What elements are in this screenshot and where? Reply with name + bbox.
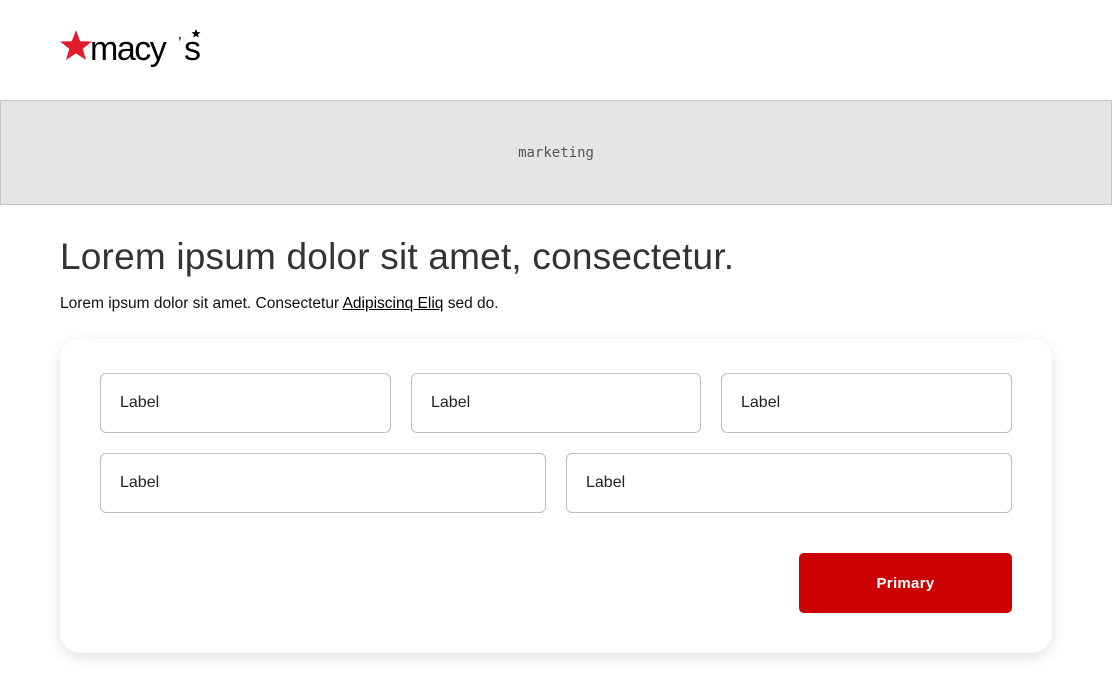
page-subtitle: Lorem ipsum dolor sit amet. Consectetur … [60,295,499,313]
page-title: Lorem ipsum dolor sit amet, consectetur. [60,236,735,277]
field-label: Label [586,474,626,491]
text-field-4[interactable]: Label [100,453,546,513]
subtitle-text-end: sed do. [443,295,499,312]
star-icon [60,30,92,60]
text-field-3[interactable]: Label [721,373,1012,433]
macys-logo[interactable]: macy ’ s [59,28,211,74]
field-label: Label [431,394,471,411]
subtitle-link[interactable]: Adipiscinq Eliq [343,295,444,312]
marketing-placeholder: marketing [518,144,594,161]
marketing-banner: marketing [0,100,1112,205]
subtitle-text: Lorem ipsum dolor sit amet. Consectetur [60,295,343,312]
svg-text:s: s [184,30,201,68]
svg-text:macy: macy [90,30,167,68]
svg-text:’: ’ [178,35,182,52]
form-card: Label Label Label Label Label Primary [60,339,1052,653]
primary-button[interactable]: Primary [799,553,1012,613]
field-label: Label [120,474,160,491]
text-field-2[interactable]: Label [411,373,701,433]
field-label: Label [741,394,781,411]
site-header: macy ’ s [0,0,1112,100]
text-field-5[interactable]: Label [566,453,1012,513]
text-field-1[interactable]: Label [100,373,391,433]
field-label: Label [120,394,160,411]
